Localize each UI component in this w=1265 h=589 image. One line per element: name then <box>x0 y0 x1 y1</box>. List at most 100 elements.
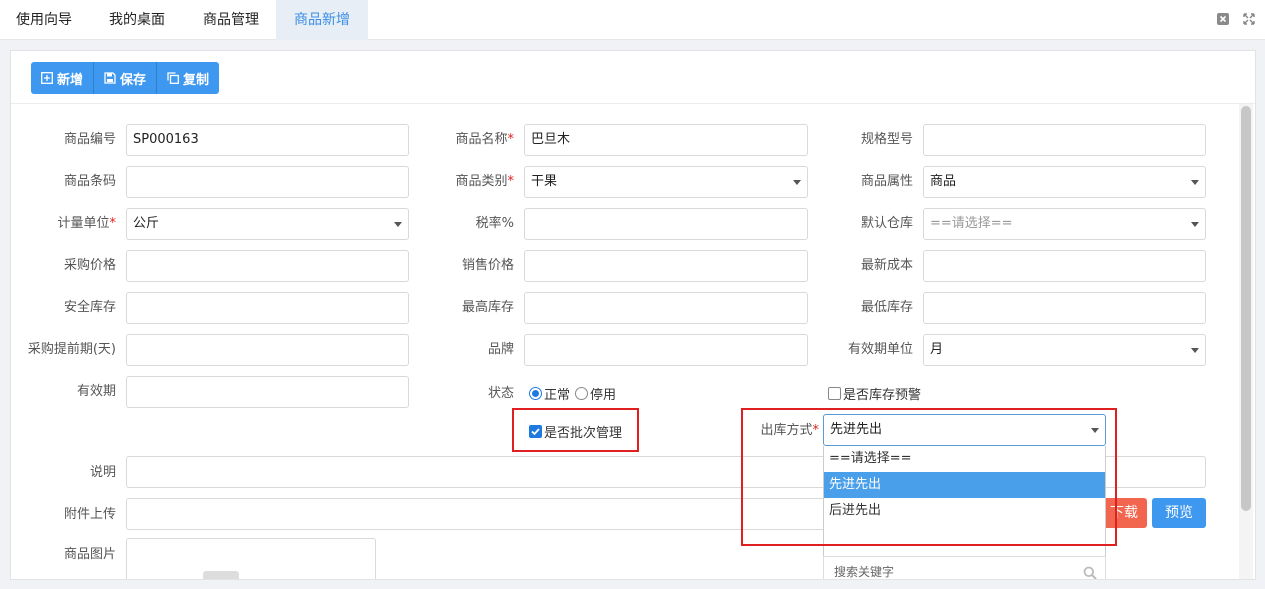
barcode-input[interactable] <box>126 166 409 198</box>
stock-warning-checkbox[interactable] <box>828 387 841 400</box>
chevron-down-icon <box>1191 180 1199 185</box>
product-name-label-text: 商品名称 <box>455 132 508 147</box>
stock-warning-checkbox-row: 是否库存预警 <box>828 384 921 403</box>
safety-stock-input[interactable] <box>126 292 409 324</box>
product-code-input[interactable]: SP000163 <box>126 124 409 156</box>
attachment-label: 附件上传 <box>63 507 116 522</box>
unit-label: 计量单位* <box>11 208 116 240</box>
sale-price-input[interactable] <box>524 250 808 282</box>
product-name-label: 商品名称* <box>409 124 514 156</box>
search-icon <box>1083 566 1097 579</box>
product-attr-label: 商品属性 <box>860 174 913 189</box>
status-disabled-label: 停用 <box>590 388 617 403</box>
expiry-unit-select[interactable]: 月 <box>923 334 1206 366</box>
plus-square-icon <box>41 72 53 84</box>
expiry-unit-value: 月 <box>930 342 944 357</box>
toolbar-button-group: 新增 保存 复制 <box>31 62 220 94</box>
add-button[interactable]: 新增 <box>31 62 95 94</box>
max-stock-label: 最高库存 <box>461 300 514 315</box>
unit-label-text: 计量单位 <box>57 216 110 231</box>
product-name-value: 巴旦木 <box>531 132 571 147</box>
save-button-label: 保存 <box>120 72 147 88</box>
unit-select[interactable]: 公斤 <box>126 208 409 240</box>
latest-cost-label: 最新成本 <box>860 258 913 273</box>
batch-checkbox[interactable] <box>529 425 542 438</box>
copy-button[interactable]: 复制 <box>157 62 220 94</box>
required-mark: * <box>507 174 515 189</box>
product-code-label: 商品编号 <box>63 132 116 147</box>
tab-guide[interactable]: 使用向导 <box>0 0 88 40</box>
scrollbar-track[interactable] <box>1239 104 1253 579</box>
tax-rate-label: 税率% <box>475 216 514 231</box>
chevron-down-icon <box>793 180 801 185</box>
spec-input[interactable] <box>923 124 1206 156</box>
batch-label: 是否批次管理 <box>544 426 623 441</box>
close-tab-icon[interactable] <box>1217 13 1229 25</box>
tax-rate-input[interactable] <box>524 208 808 240</box>
safety-stock-label: 安全库存 <box>63 300 116 315</box>
status-disabled-radio[interactable] <box>575 387 589 400</box>
default-warehouse-select[interactable]: ==请选择== <box>923 208 1206 240</box>
check-icon <box>531 428 540 436</box>
min-stock-label: 最低库存 <box>860 300 913 315</box>
toolbar: 新增 保存 复制 <box>11 51 1255 104</box>
product-image-upload[interactable] <box>126 538 376 579</box>
scrollbar-thumb[interactable] <box>1241 106 1251 511</box>
chevron-down-icon <box>394 222 402 227</box>
category-value: 干果 <box>531 174 558 189</box>
copy-button-label: 复制 <box>183 72 210 88</box>
copy-icon <box>167 72 179 84</box>
product-attr-value: 商品 <box>930 174 957 189</box>
batch-checkbox-row: 是否批次管理 <box>529 422 622 441</box>
expiry-input[interactable] <box>126 376 409 408</box>
expiry-label: 有效期 <box>76 384 116 399</box>
purchase-price-input[interactable] <box>126 250 409 282</box>
max-stock-input[interactable] <box>524 292 808 324</box>
status-normal-radio[interactable] <box>529 387 542 400</box>
product-image-label: 商品图片 <box>63 547 116 562</box>
tab-product-add[interactable]: 商品新增 <box>276 0 368 40</box>
default-warehouse-label: 默认仓库 <box>860 216 913 231</box>
outbound-highlight-box <box>741 408 1117 546</box>
tab-bar: 使用向导 我的桌面 商品管理 商品新增 <box>0 0 1265 40</box>
save-icon <box>104 72 116 84</box>
brand-input[interactable] <box>524 334 808 366</box>
purchase-price-label: 采购价格 <box>63 258 116 273</box>
preview-button[interactable]: 预览 <box>1152 498 1206 528</box>
description-label: 说明 <box>89 465 116 480</box>
product-form-panel: 新增 保存 复制 商品编号 SP000163 商品名称* 巴旦木 规格型号 商品… <box>10 50 1256 580</box>
chevron-down-icon <box>1191 222 1199 227</box>
spec-label: 规格型号 <box>860 132 913 147</box>
dropdown-search-placeholder: 搜索关键字 <box>834 565 895 579</box>
brand-label: 品牌 <box>487 342 514 357</box>
min-stock-input[interactable] <box>923 292 1206 324</box>
save-button[interactable]: 保存 <box>94 62 158 94</box>
image-placeholder-icon <box>203 571 239 579</box>
lead-time-label: 采购提前期(天) <box>27 342 116 357</box>
barcode-label: 商品条码 <box>63 174 116 189</box>
expiry-unit-label: 有效期单位 <box>847 342 913 357</box>
product-attr-select[interactable]: 商品 <box>923 166 1206 198</box>
add-button-label: 新增 <box>57 72 84 88</box>
dropdown-search-input[interactable]: 搜索关键字 <box>823 556 1106 579</box>
category-label-text: 商品类别 <box>455 174 508 189</box>
stock-warning-label: 是否库存预警 <box>843 388 922 403</box>
product-code-value: SP000163 <box>133 132 199 147</box>
category-label: 商品类别* <box>409 166 514 198</box>
default-warehouse-value: ==请选择== <box>930 216 1013 231</box>
fullscreen-icon[interactable] <box>1243 13 1255 25</box>
tab-desktop[interactable]: 我的桌面 <box>88 0 186 40</box>
tab-product-management[interactable]: 商品管理 <box>186 0 276 40</box>
required-mark: * <box>507 132 515 147</box>
lead-time-input[interactable] <box>126 334 409 366</box>
category-select[interactable]: 干果 <box>524 166 808 198</box>
chevron-down-icon <box>1191 348 1199 353</box>
product-name-input[interactable]: 巴旦木 <box>524 124 808 156</box>
latest-cost-input[interactable] <box>923 250 1206 282</box>
sale-price-label: 销售价格 <box>461 258 514 273</box>
required-mark: * <box>109 216 117 231</box>
status-label: 状态 <box>487 386 514 401</box>
status-radio-group: 正常 停用 <box>529 384 616 403</box>
status-normal-label: 正常 <box>544 388 571 403</box>
unit-value: 公斤 <box>133 216 160 231</box>
